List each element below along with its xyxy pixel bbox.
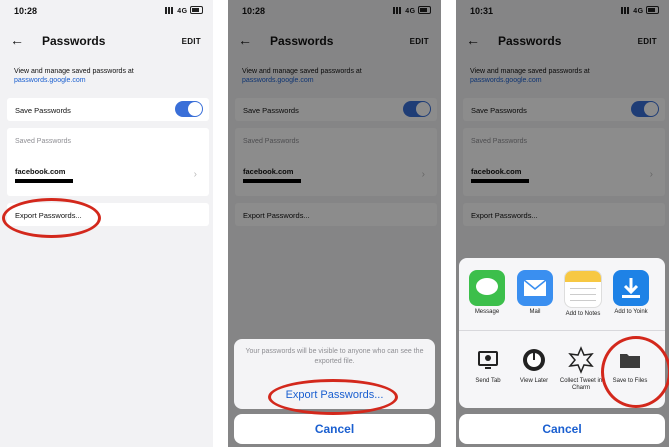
save-passwords-row[interactable]: Save Passwords bbox=[7, 98, 209, 121]
app-label: Message bbox=[474, 309, 500, 315]
app-yoink[interactable]: Add to Yoink bbox=[607, 270, 655, 316]
share-divider bbox=[459, 330, 665, 331]
phone-screen-1: 10:28 4G ← Passwords EDIT View and manag… bbox=[0, 0, 213, 447]
nav-bar: ← Passwords EDIT bbox=[10, 32, 201, 50]
highlight-circle bbox=[2, 198, 101, 238]
view-later-icon bbox=[520, 346, 548, 374]
save-passwords-label: Save Passwords bbox=[15, 106, 71, 115]
back-arrow-icon[interactable]: ← bbox=[10, 32, 24, 48]
app-notes[interactable]: Add to Notes bbox=[559, 270, 607, 318]
cancel-button[interactable]: Cancel bbox=[234, 414, 435, 444]
highlight-circle bbox=[268, 379, 398, 415]
description-text: View and manage saved passwords at bbox=[14, 68, 134, 75]
action-collect-tweet[interactable]: Collect Tweet in Charm bbox=[558, 346, 604, 392]
action-label: View Later bbox=[519, 378, 549, 384]
saved-passwords-header: Saved Passwords bbox=[15, 138, 72, 145]
app-label: Add to Notes bbox=[565, 311, 601, 317]
toggle-knob bbox=[188, 102, 202, 116]
action-send-tab[interactable]: Send Tab bbox=[465, 346, 511, 385]
page-title: Passwords bbox=[42, 34, 106, 48]
description: View and manage saved passwords at passw… bbox=[14, 67, 134, 85]
app-message[interactable]: Message bbox=[463, 270, 511, 316]
status-bar: 10:28 4G bbox=[14, 6, 203, 18]
message-icon bbox=[469, 270, 505, 306]
notes-icon bbox=[564, 270, 602, 308]
chevron-right-icon[interactable]: › bbox=[194, 169, 197, 180]
cancel-button[interactable]: Cancel bbox=[459, 414, 665, 444]
signal-indicator: 4G bbox=[164, 6, 203, 15]
network-label: 4G bbox=[177, 8, 188, 15]
save-passwords-toggle[interactable] bbox=[175, 101, 203, 117]
phone-screen-3: 10:31 4G ← Passwords EDIT View and manag… bbox=[456, 0, 669, 447]
site-entry[interactable]: facebook.com bbox=[15, 167, 65, 176]
phone-screen-2: 10:28 4G ← Passwords EDIT View and manag… bbox=[228, 0, 441, 447]
battery-icon bbox=[190, 6, 203, 14]
export-warning-message: Your passwords will be visible to anyone… bbox=[245, 348, 424, 365]
status-time: 10:28 bbox=[14, 6, 38, 16]
highlight-circle bbox=[601, 336, 669, 408]
redacted-username bbox=[15, 179, 73, 183]
charm-icon bbox=[567, 346, 595, 374]
app-mail[interactable]: Mail bbox=[511, 270, 559, 316]
passwords-link[interactable]: passwords.google.com bbox=[14, 76, 134, 85]
send-tab-icon bbox=[474, 346, 502, 374]
action-label: Collect Tweet in Charm bbox=[559, 378, 603, 391]
app-label: Add to Yoink bbox=[614, 309, 648, 315]
mail-icon bbox=[517, 270, 553, 306]
yoink-icon bbox=[613, 270, 649, 306]
app-label: Mail bbox=[529, 309, 541, 315]
action-view-later[interactable]: View Later bbox=[511, 346, 557, 385]
saved-passwords-card: Saved Passwords facebook.com › bbox=[7, 128, 209, 196]
edit-button[interactable]: EDIT bbox=[182, 37, 201, 46]
action-label: Send Tab bbox=[475, 378, 501, 384]
signal-icon bbox=[164, 7, 175, 14]
